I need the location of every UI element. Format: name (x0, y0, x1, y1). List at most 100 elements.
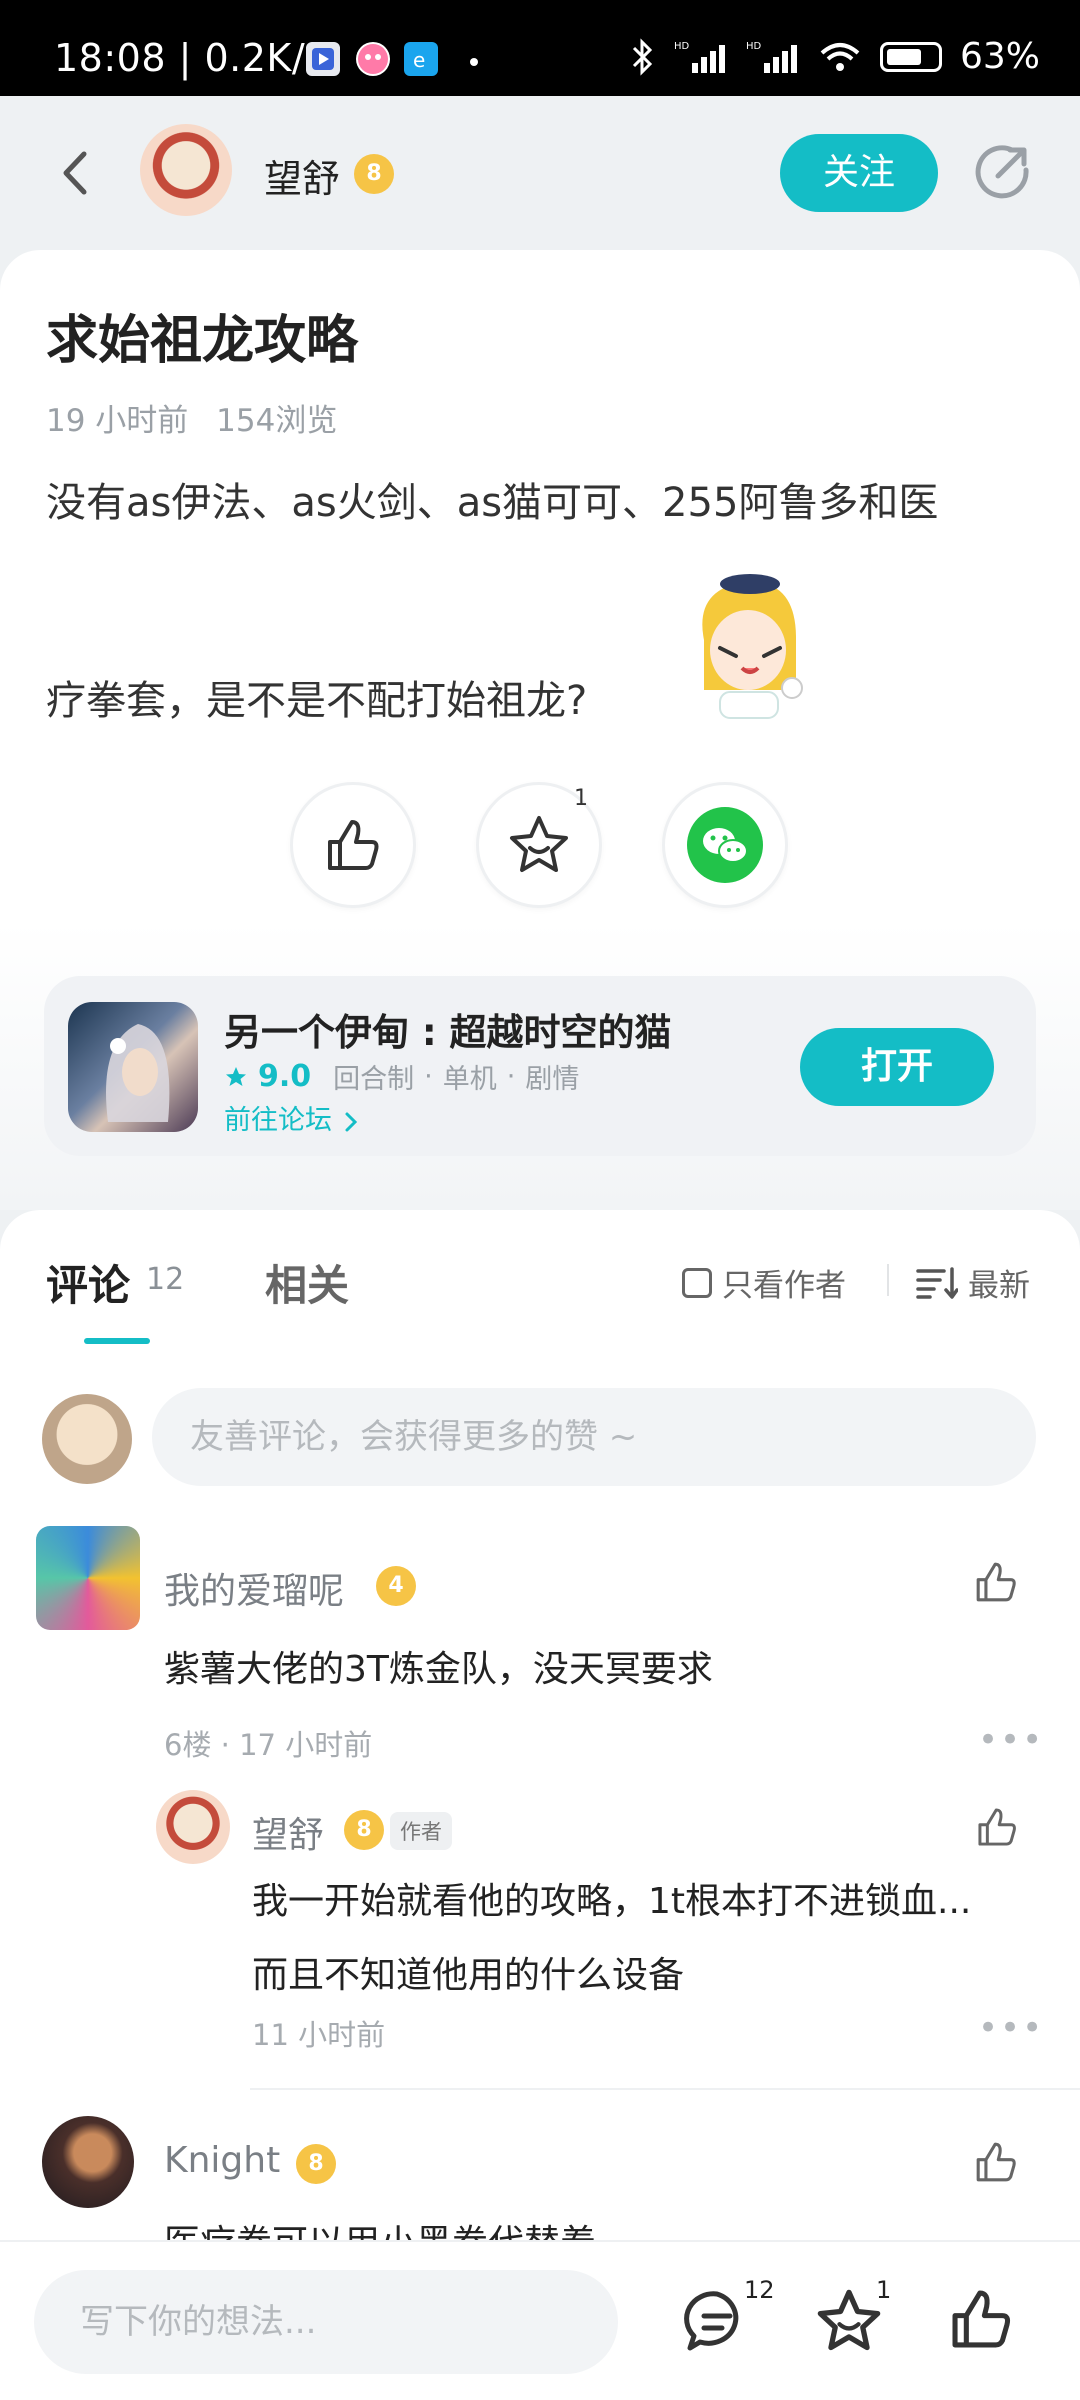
battery-percent: 63% (959, 36, 1040, 77)
thumbs-up-icon (976, 2142, 1016, 2182)
chevron-right-icon (345, 1112, 357, 1131)
post-time: 19 小时前 (46, 403, 189, 439)
more-options-button[interactable]: ••• (978, 2008, 1044, 2048)
sticker-image (684, 570, 814, 720)
game-info: 9.0 回合制 · 单机 · 剧情 (224, 1057, 579, 1096)
open-game-button[interactable]: 打开 (800, 1028, 994, 1106)
chevron-left-icon (63, 151, 87, 195)
game-tag: 回合制 (333, 1064, 415, 1095)
battery-icon (879, 41, 942, 72)
forum-link-label: 前往论坛 (224, 1105, 332, 1136)
tab-comments[interactable]: 评论 (46, 1252, 130, 1313)
like-post-button[interactable] (290, 782, 416, 908)
game-tag: 剧情 (525, 1064, 580, 1095)
tab-related[interactable]: 相关 (265, 1252, 349, 1313)
comments-section (0, 1210, 1080, 2240)
game-icon[interactable] (68, 1002, 198, 1132)
sort-icon (916, 1266, 958, 1299)
star-icon (817, 2289, 881, 2351)
write-thought-input[interactable]: 写下你的想法... (34, 2270, 618, 2374)
comment-floor: 6楼 (164, 1728, 212, 1762)
favorite-count: 1 (574, 786, 588, 811)
wechat-icon (687, 807, 763, 883)
browser-notification-icon: e (404, 42, 438, 76)
reply-avatar[interactable] (156, 1790, 230, 1864)
level-badge-icon: 8 (344, 1810, 384, 1850)
thumbs-up-icon (978, 1808, 1016, 1846)
more-notifications-dot (470, 58, 478, 66)
rating-star-icon (226, 1066, 246, 1086)
level-badge-icon: 4 (376, 1566, 416, 1606)
thumbs-up-icon (952, 2290, 1011, 2348)
signal-icon-1: HD (674, 41, 725, 73)
favorite-count-badge: 1 (876, 2276, 892, 2304)
tab-indicator (84, 1338, 150, 1344)
tab-comments-count: 12 (146, 1262, 185, 1297)
reply-name[interactable]: 望舒 (252, 1806, 324, 1858)
commenter-name[interactable]: 我的爱瑠呢 (164, 1562, 344, 1614)
sort-label: 最新 (968, 1268, 1030, 1304)
wifi-icon (820, 42, 860, 71)
signal-icon-2: HD (746, 41, 797, 73)
forum-link[interactable]: 前往论坛 (224, 1098, 361, 1137)
sort-button[interactable]: 最新 (916, 1260, 1030, 1305)
svg-text:HD: HD (746, 41, 762, 52)
game-score: 9.0 (258, 1059, 312, 1094)
reply-text-line-2: 而且不知道他用的什么设备 (252, 1955, 685, 1996)
checkbox-icon[interactable] (682, 1267, 712, 1298)
comment-icon (684, 2291, 739, 2351)
reply-text-line-1: 我一开始就看他的攻略，1t根本打不进锁血... (252, 1881, 972, 1922)
svg-text:e: e (413, 48, 425, 72)
like-comment-button[interactable] (972, 1558, 1020, 1610)
comment-time: 17 小时前 (239, 1728, 373, 1762)
author-tag: 作者 (390, 1812, 452, 1850)
tag-dot: · (506, 1061, 516, 1092)
comment-meta: 6楼 · 17 小时前 (164, 1722, 372, 1764)
status-time: 18:08 | 0.2K/s (54, 36, 326, 80)
thumbs-up-icon (328, 820, 379, 870)
tag-dot: · (424, 1061, 433, 1092)
comments-button[interactable] (682, 2286, 752, 2356)
commenter-avatar[interactable] (42, 2116, 134, 2208)
post-title: 求始祖龙攻略 (46, 311, 359, 371)
commenter-avatar[interactable] (36, 1526, 140, 1630)
author-name[interactable]: 望舒 (264, 148, 340, 203)
comment-divider (250, 2088, 1080, 2090)
commenter-name[interactable]: Knight (164, 2140, 280, 2181)
comment-text: 紫薯大佬的3T炼金队，没天冥要求 (164, 1649, 713, 1690)
author-avatar[interactable] (140, 124, 232, 216)
level-badge-icon: 8 (354, 154, 394, 194)
post-meta: 19 小时前 154浏览 (46, 395, 337, 440)
post-views: 154浏览 (216, 403, 338, 439)
game-title[interactable]: 另一个伊甸 : 超越时空的猫 (224, 1002, 672, 1056)
status-right: HD HD 63% (630, 36, 1040, 77)
my-avatar (42, 1394, 132, 1484)
only-author-toggle[interactable]: 只看作者 (682, 1260, 846, 1305)
bluetooth-icon (632, 37, 653, 76)
like-comment-button[interactable] (972, 2138, 1020, 2190)
share-button[interactable] (968, 140, 1034, 206)
like-reply-button[interactable] (974, 1804, 1020, 1854)
comment-input[interactable]: 友善评论，会获得更多的赞 ~ (152, 1388, 1036, 1486)
game-tag: 单机 (442, 1064, 497, 1095)
share-icon (975, 145, 1029, 199)
more-options-button[interactable]: ••• (978, 1720, 1044, 1760)
app-notification-icon (306, 42, 340, 76)
reply-time: 11 小时前 (252, 2018, 386, 2052)
post-body-line-2: 疗拳套，是不是不配打始祖龙? (46, 678, 588, 724)
follow-button[interactable]: 关注 (780, 134, 938, 212)
status-bar: 18:08 | 0.2K/s e HD HD 63% (0, 0, 1080, 96)
star-icon (510, 816, 568, 872)
comment-count-badge: 12 (744, 2276, 775, 2304)
game-notification-icon (356, 42, 390, 76)
favorite-button[interactable] (814, 2286, 884, 2356)
post-body-line-1: 没有as伊法、as火剑、as猫可可、255阿鲁多和医 (46, 480, 939, 526)
svg-text:HD: HD (674, 41, 690, 52)
only-author-label: 只看作者 (722, 1268, 846, 1304)
divider (887, 1264, 889, 1296)
like-button[interactable] (946, 2284, 1016, 2354)
wechat-share-button[interactable] (662, 782, 788, 908)
thumbs-up-icon (976, 1562, 1016, 1602)
back-button[interactable] (50, 138, 100, 208)
meta-dot: · (220, 1728, 240, 1762)
